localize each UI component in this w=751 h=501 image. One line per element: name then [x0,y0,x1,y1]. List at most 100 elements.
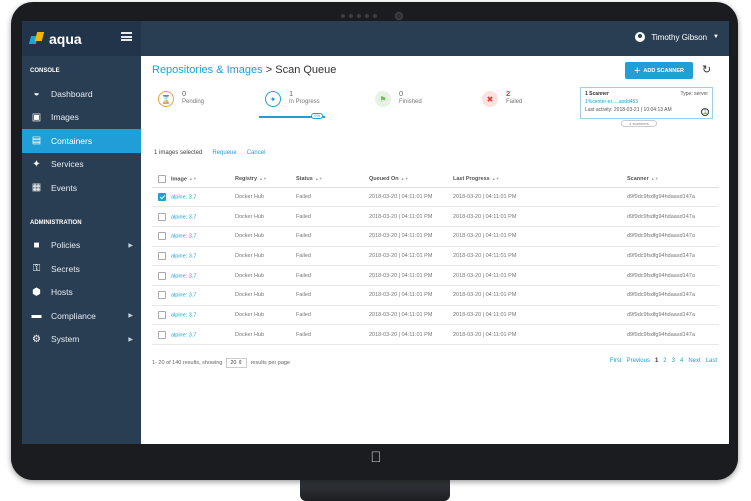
cell-queued-on: 2018-03-20 | 04:11:01 PM [369,305,453,326]
row-checkbox[interactable] [158,330,166,339]
status-tile-finished[interactable]: ⚑ 0 Finished [375,89,422,114]
add-scanner-button[interactable]: + ADD SCANNER [625,62,693,79]
select-all-checkbox[interactable] [158,174,166,183]
status-tile-in-progress[interactable]: ✦ 1 In Progress [265,89,320,114]
pagination-page-1[interactable]: 1 [655,358,658,364]
pagination-first[interactable]: First [610,358,622,364]
per-page-select[interactable]: 20 ⇕ [226,358,247,368]
column-header-image[interactable]: Image ▲▼ [152,171,235,188]
caret-right-icon: ▶ [128,336,133,343]
sidebar-item-label: Compliance [51,310,96,321]
gear-icon: ⚙ [32,333,41,345]
breadcrumb-link-repositories[interactable]: Repositories & Images [152,64,263,76]
header-queued-label: Queued On [369,175,399,182]
table-row[interactable]: alpine: 3.7 Docker Hub Failed 2018-03-20 | … [152,265,719,286]
table-row[interactable]: alpine: 3.7 Docker Hub Failed 2018-03-20 | … [152,305,719,326]
row-checkbox[interactable] [158,192,166,201]
pagination-last[interactable]: Last [706,358,717,364]
sidebar-item-label: Hosts [51,287,73,298]
sidebar-item-services[interactable]: ✦ Services [22,153,141,177]
pagination: First Previous 1 2 3 4 Next Last [610,358,717,364]
sidebar-item-dashboard[interactable]: ◒ Dashboard [22,82,141,106]
sidebar-item-label: Secrets [51,263,80,274]
column-header-last-progress[interactable]: Last Progress ▲▼ [453,171,627,188]
sidebar-item-containers[interactable]: ▤ Containers [22,129,141,153]
table-row[interactable]: alpine: 3.7 Docker Hub Failed 2018-03-20 | … [152,226,719,247]
cell-queued-on: 2018-03-20 | 04:11:01 PM [369,206,453,227]
sort-icon: ▲▼ [259,175,267,181]
row-checkbox[interactable] [158,291,166,300]
pagination-next[interactable]: Next [688,358,700,364]
requeue-link[interactable]: Requeue [212,150,236,156]
sidebar-item-label: Policies [51,240,81,251]
image-link[interactable]: alpine: 3.7 [171,273,196,279]
image-link[interactable]: alpine: 3.7 [171,312,196,318]
sidebar-item-hosts[interactable]: ⬢ Hosts [22,281,141,305]
image-link[interactable]: alpine: 3.7 [171,194,196,200]
breadcrumb-current: Scan Queue [275,64,337,76]
image-link[interactable]: alpine: 3.7 [171,293,196,299]
cell-last-progress: 2018-03-20 | 04:11:01 PM [453,265,627,286]
hamburger-menu-icon[interactable] [121,32,132,41]
status-tile-pending[interactable]: ⌛ 0 Pending [158,89,204,114]
sidebar-item-secrets[interactable]: ⚿ Secrets [22,257,141,281]
cell-image: alpine: 3.7 [152,285,235,306]
status-tile-failed[interactable]: ✖ 2 Failed [482,89,522,114]
table-row[interactable]: alpine: 3.7 Docker Hub Failed 2018-03-20 | … [152,206,719,227]
table-row[interactable]: alpine: 3.7 Docker Hub Failed 2018-03-20 | … [152,246,719,267]
services-icon: ✦ [32,158,41,170]
sidebar-item-images[interactable]: ▣ Images [22,106,141,130]
header-progress-label: Last Progress [453,175,490,182]
cell-image: alpine: 3.7 [152,187,235,208]
column-header-status[interactable]: Status ▲▼ [296,171,369,188]
pagination-page-2[interactable]: 2 [663,358,666,364]
cancel-link[interactable]: Cancel [247,150,266,156]
row-checkbox[interactable] [158,271,166,280]
in-progress-label: In Progress [289,99,320,105]
sidebar-item-compliance[interactable]: ▬ Compliance ▶ [22,304,141,328]
error-icon: ✖ [482,91,498,107]
caret-right-icon: ▶ [128,313,133,320]
table-row[interactable]: alpine: 3.7 Docker Hub Failed 2018-03-20 | … [152,187,719,208]
table-row[interactable]: alpine: 3.7 Docker Hub Failed 2018-03-20 | … [152,324,719,345]
pagination-previous[interactable]: Previous [627,358,650,364]
table-row[interactable]: alpine: 3.7 Docker Hub Failed 2018-03-20 | … [152,285,719,306]
row-checkbox[interactable] [158,310,166,319]
cell-last-progress: 2018-03-20 | 04:11:01 PM [453,206,627,227]
scanner-title: 1 Scanner [585,91,609,97]
scan-queue-table: Image ▲▼ Registry ▲▼ Status ▲▼ Queued On ▲▼ … [152,171,719,345]
column-header-registry[interactable]: Registry ▲▼ [235,171,296,188]
row-checkbox[interactable] [158,212,166,221]
scanner-name-link[interactable]: 1%center-er.....asdd453 [585,98,638,106]
pagination-page-4[interactable]: 4 [680,358,683,364]
briefcase-icon: ▬ [31,310,42,322]
cell-scanner: d9f9dc9fsdfg94hdaasd147a [627,187,719,208]
column-header-queued-on[interactable]: Queued On ▲▼ [369,171,453,188]
scanner-count-pill[interactable]: 4 scanners [621,120,657,127]
add-scanner-label: ADD SCANNER [643,67,685,74]
sidebar-item-events[interactable]: ▦ Events [22,176,141,200]
image-link[interactable]: alpine: 3.7 [171,332,196,338]
sidebar-item-label: Services [51,159,84,170]
row-checkbox[interactable] [158,232,166,241]
cell-status: Failed [296,206,369,227]
refresh-icon[interactable]: ↻ [702,63,711,76]
admin-nav: ■ Policies ▶ ⚿ Secrets ⬢ Hosts ▬ Compliance ▶ ⚙ Sys… [22,234,141,352]
in-progress-pill: 0% [311,113,323,119]
sidebar-item-policies[interactable]: ■ Policies ▶ [22,234,141,258]
user-menu[interactable]: Timothy Gibson ▼ [635,32,719,42]
sort-icon: ▲▼ [188,176,197,182]
column-header-scanner[interactable]: Scanner ▲▼ [627,171,719,188]
cell-last-progress: 2018-03-20 | 04:11:01 PM [453,285,627,306]
hosts-icon: ⬢ [32,286,41,298]
image-link[interactable]: alpine: 3.7 [171,234,196,240]
pagination-page-3[interactable]: 3 [672,358,675,364]
scanner-last-activity: Last activity: 2018-03-21 | 10:04:13 AM [585,107,672,113]
row-checkbox[interactable] [158,251,166,260]
cell-status: Failed [296,246,369,267]
image-link[interactable]: alpine: 3.7 [171,214,196,220]
image-link[interactable]: alpine: 3.7 [171,253,196,259]
sidebar-item-system[interactable]: ⚙ System ▶ [22,328,141,352]
scanner-card[interactable]: 1 Scanner Type: server 1%center-er.....as… [580,87,713,119]
sidebar-item-label: Dashboard [51,88,93,99]
